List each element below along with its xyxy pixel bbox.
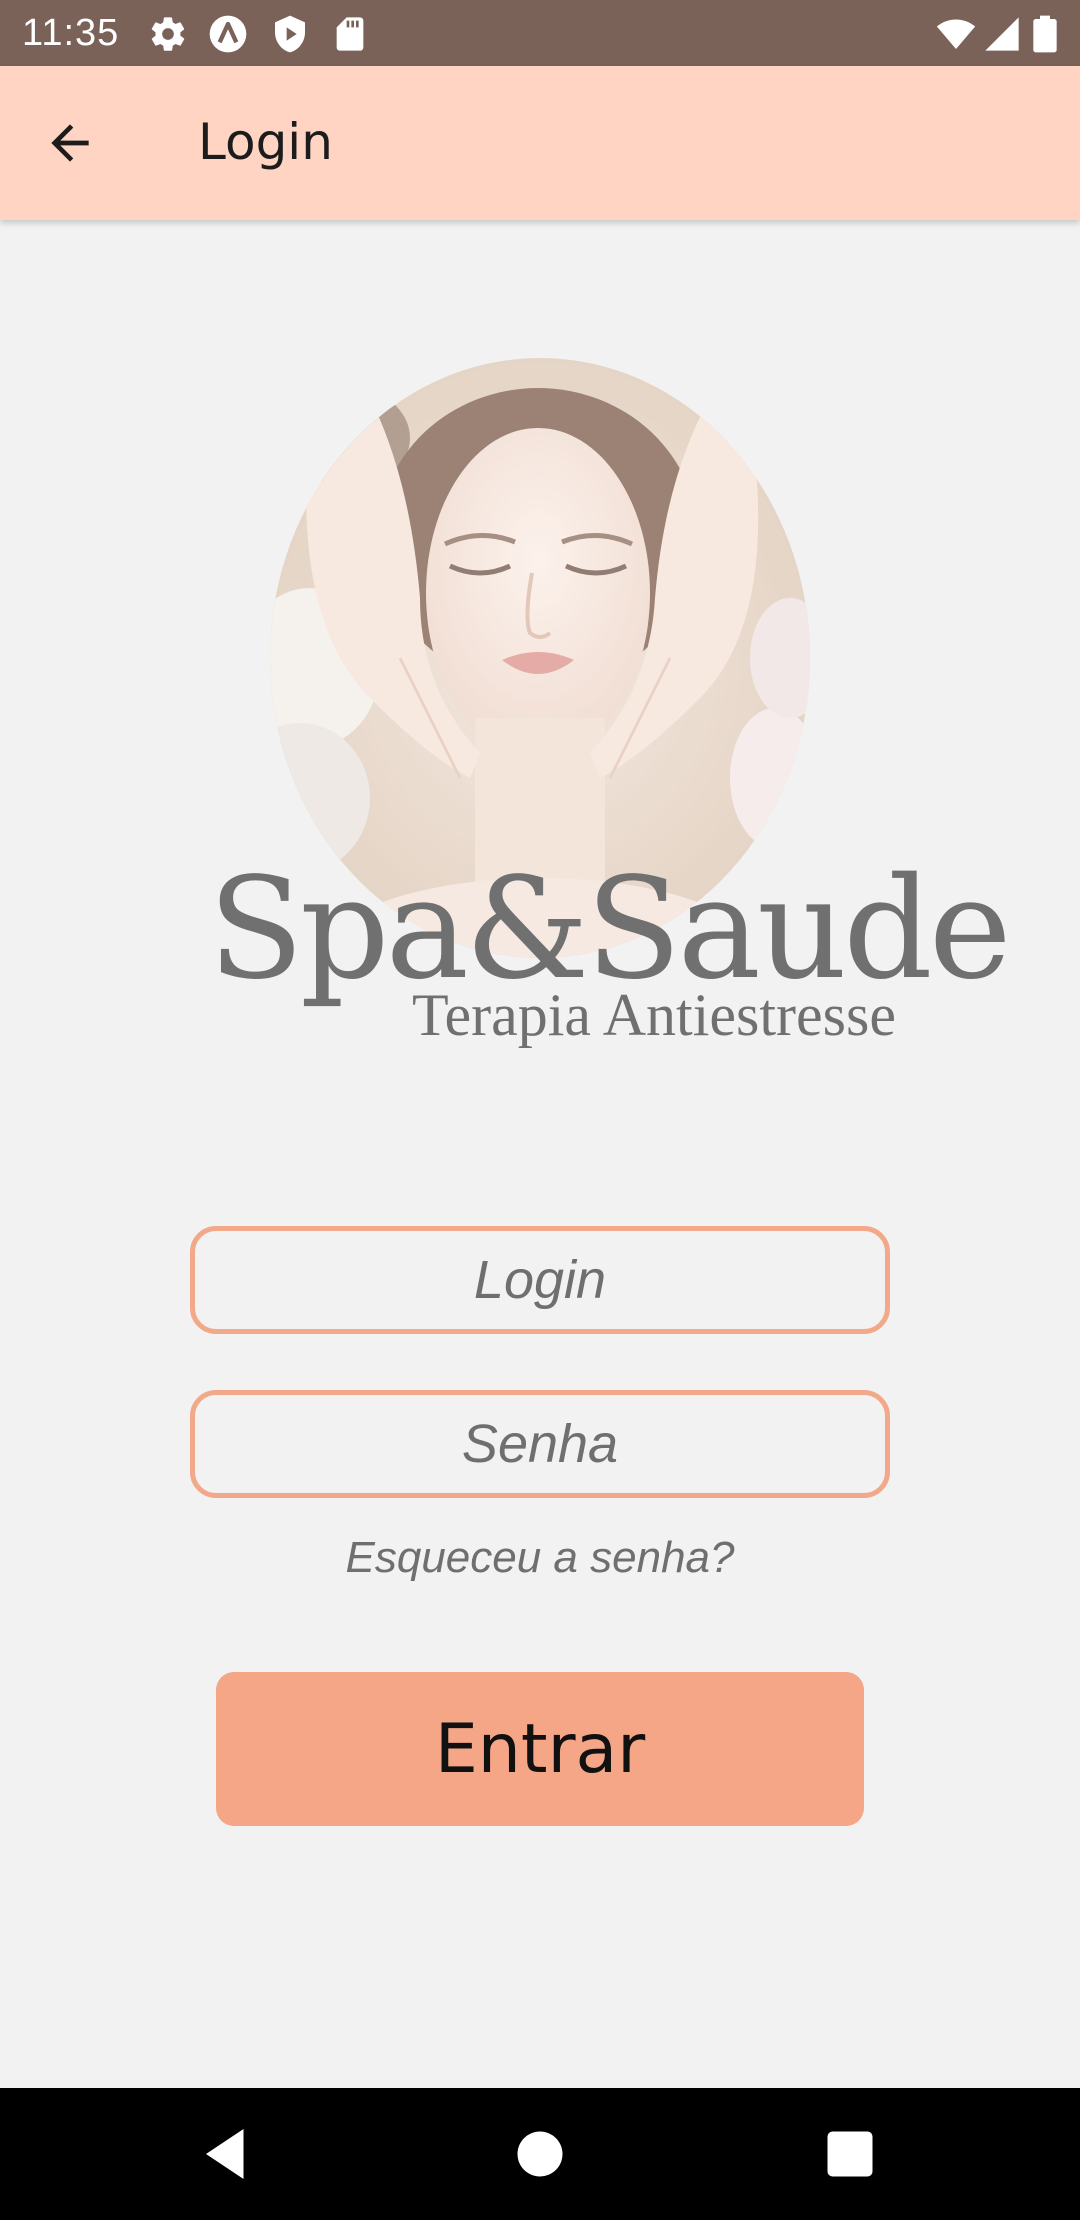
page-title: Login — [198, 113, 333, 171]
gear-icon — [151, 17, 185, 51]
signal-icon — [985, 17, 1019, 51]
status-time: 11:35 — [22, 12, 120, 54]
back-button[interactable] — [30, 108, 110, 178]
arrow-left-icon — [51, 124, 89, 162]
app-logo: Spa&Saude Terapia Antiestresse — [200, 350, 1012, 1070]
battery-icon — [1033, 15, 1057, 53]
sd-card-icon — [336, 17, 364, 51]
forgot-password-link[interactable]: Esqueceu a senha? — [0, 1528, 1080, 1588]
a-circle-icon — [209, 15, 247, 53]
back-triangle-icon[interactable] — [196, 2124, 256, 2184]
home-circle-icon[interactable] — [510, 2124, 570, 2184]
shield-play-icon — [275, 15, 305, 53]
recents-square-icon[interactable] — [820, 2124, 880, 2184]
status-bar: 11:35 — [0, 0, 1080, 66]
password-input[interactable] — [195, 1395, 885, 1493]
wifi-icon — [936, 19, 976, 49]
login-button[interactable]: Entrar — [216, 1672, 864, 1826]
password-field[interactable] — [190, 1390, 890, 1498]
system-nav-bar — [0, 2088, 1080, 2220]
brand-tagline: Terapia Antiestresse — [412, 982, 896, 1048]
login-field[interactable] — [190, 1226, 890, 1334]
login-input[interactable] — [195, 1231, 885, 1329]
app-bar: Login — [0, 66, 1080, 220]
